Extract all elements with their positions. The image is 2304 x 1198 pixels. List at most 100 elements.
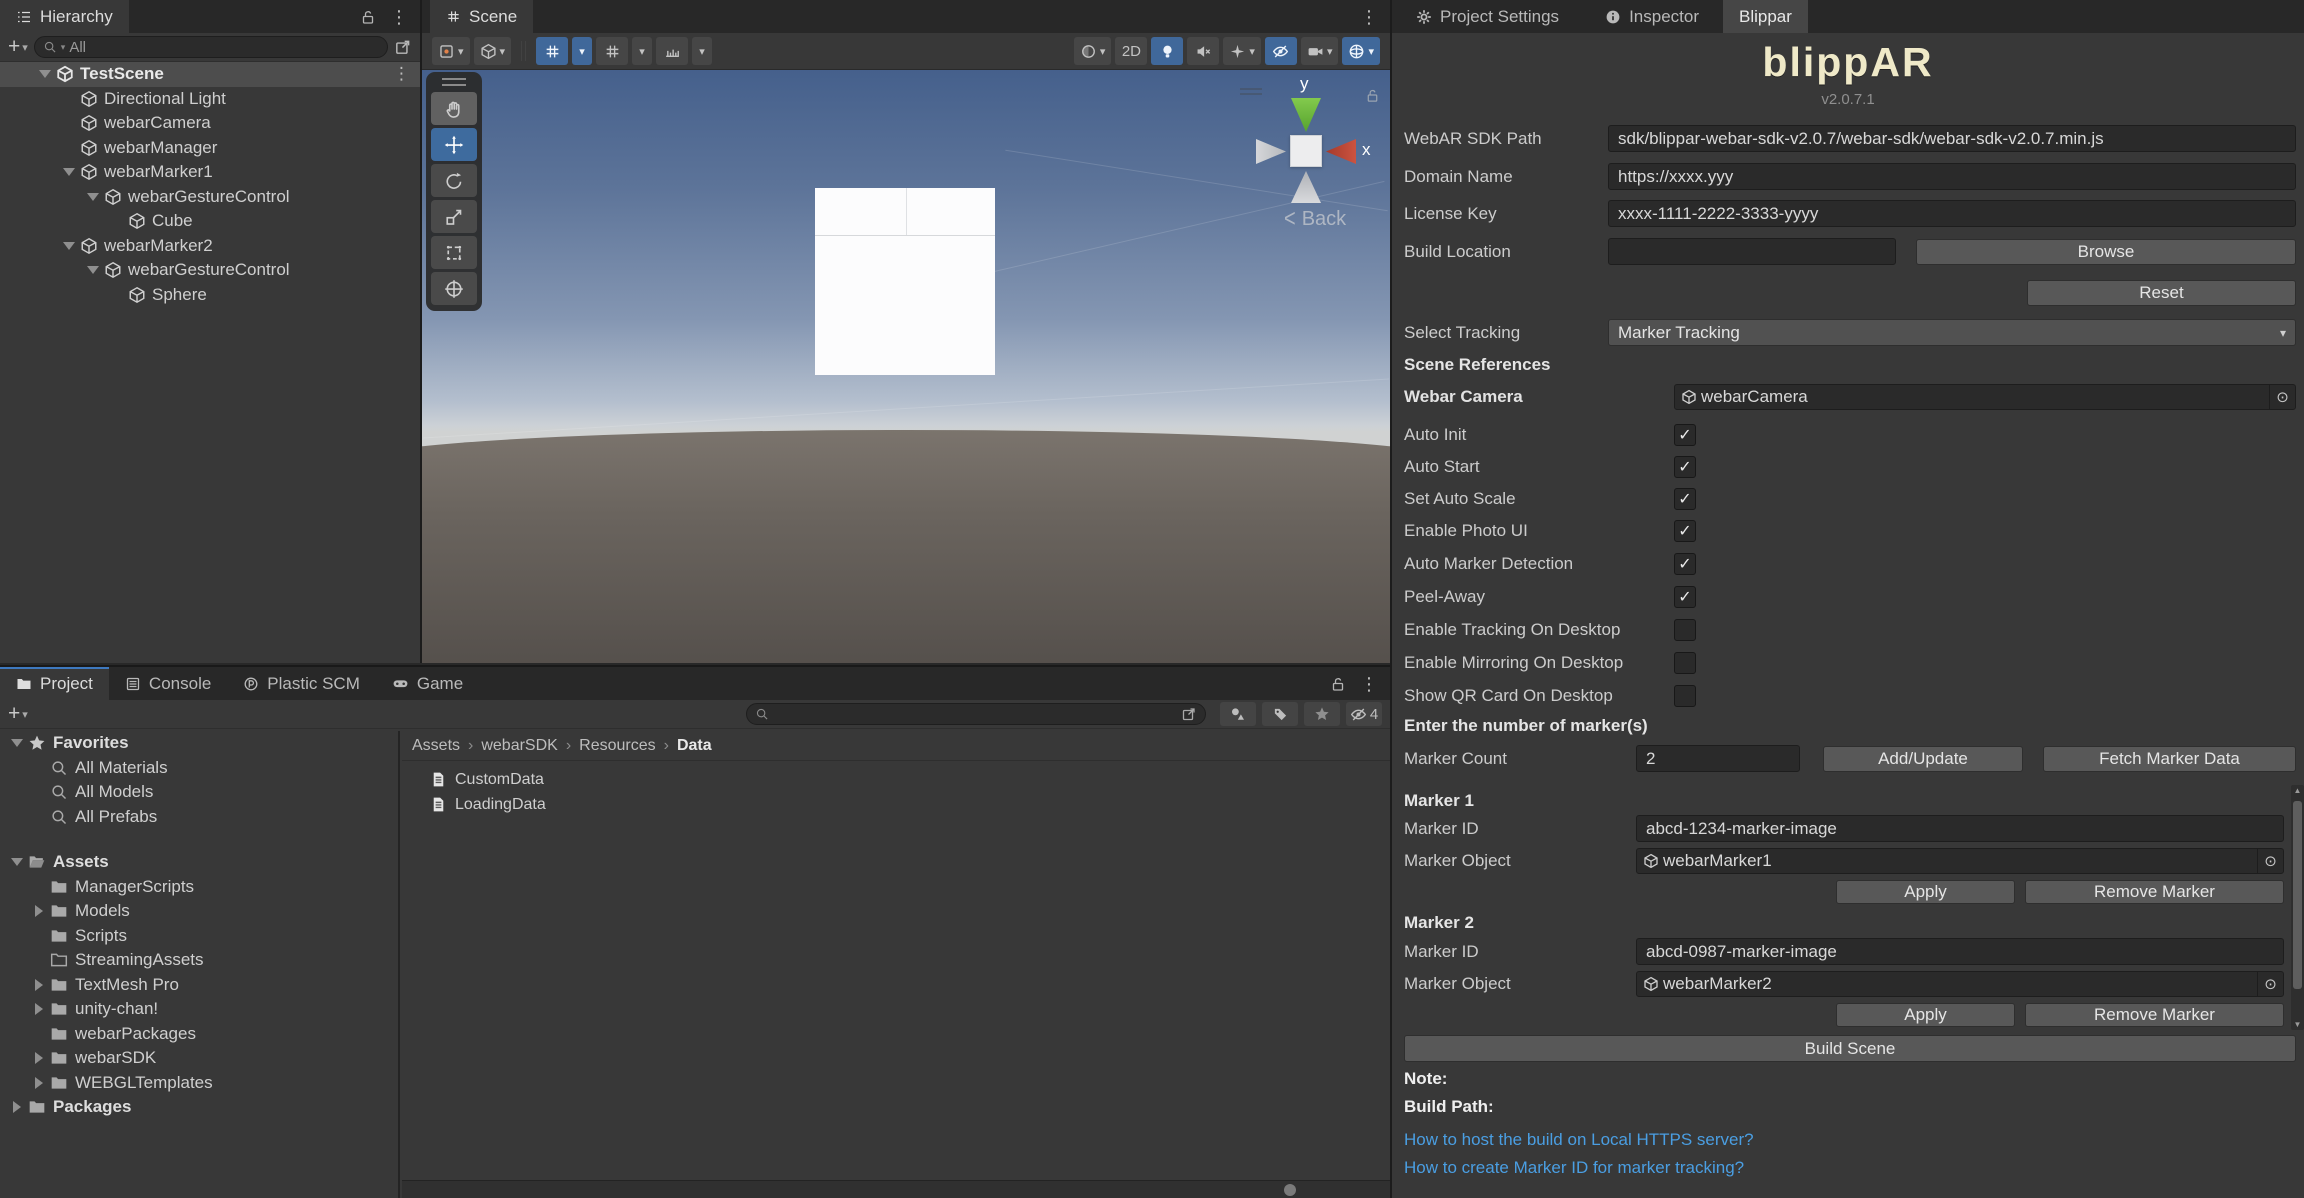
- neg-y-axis-cone[interactable]: [1291, 171, 1321, 203]
- handle-orientation-button[interactable]: ▾: [474, 37, 512, 65]
- enable-mirroring-desktop-checkbox[interactable]: ✓: [1674, 652, 1696, 674]
- lock-icon[interactable]: [360, 9, 376, 25]
- hierarchy-search-input[interactable]: [69, 39, 379, 56]
- hierarchy-item-webarmarker2[interactable]: webarMarker2: [0, 234, 420, 259]
- foldout-open-icon[interactable]: [82, 193, 104, 201]
- hierarchy-item-cube[interactable]: Cube: [0, 209, 420, 234]
- create-asset-button[interactable]: + ▾: [8, 702, 28, 726]
- scroll-down-icon[interactable]: ▼: [2291, 1020, 2304, 1029]
- tree-item-unity-chan[interactable]: unity-chan!: [0, 997, 398, 1022]
- add-update-button[interactable]: Add/Update: [1823, 746, 2023, 772]
- tab-plastic-scm[interactable]: Plastic SCM: [227, 667, 376, 700]
- marker-id-help-link[interactable]: How to create Marker ID for marker track…: [1404, 1158, 1744, 1178]
- marker1-object-field[interactable]: webarMarker1 ⊙: [1636, 848, 2284, 874]
- scene-audio-toggle[interactable]: [1187, 37, 1219, 65]
- back-button[interactable]: < Back: [1284, 208, 1346, 231]
- build-location-input[interactable]: [1608, 238, 1896, 265]
- reset-button[interactable]: Reset: [2027, 280, 2296, 306]
- tool-settings-button[interactable]: ▾: [432, 37, 470, 65]
- https-help-link[interactable]: How to host the build on Local HTTPS ser…: [1404, 1130, 1754, 1150]
- icon-size-slider[interactable]: [402, 1180, 1390, 1198]
- tree-item-webgltemplates[interactable]: WEBGLTemplates: [0, 1071, 398, 1096]
- license-input[interactable]: [1608, 200, 2296, 227]
- asset-loadingdata[interactable]: LoadingData: [402, 792, 1390, 817]
- breadcrumb-assets[interactable]: Assets: [412, 737, 460, 755]
- tree-item-textmesh-pro[interactable]: TextMesh Pro: [0, 973, 398, 998]
- foldout-closed-icon[interactable]: [28, 1052, 50, 1064]
- show-qr-desktop-checkbox[interactable]: ✓: [1674, 685, 1696, 707]
- hierarchy-item-webargesturecontrol-2[interactable]: webarGestureControl: [0, 258, 420, 283]
- kebab-menu-icon[interactable]: ⋮: [1360, 675, 1378, 693]
- open-search-window-icon[interactable]: [1181, 706, 1197, 722]
- scrollbar-thumb[interactable]: [2293, 801, 2302, 989]
- marker-count-input[interactable]: [1636, 745, 1800, 772]
- scroll-up-icon[interactable]: ▲: [2291, 786, 2304, 795]
- lock-icon[interactable]: [1330, 676, 1346, 692]
- foldout-open-icon[interactable]: [6, 858, 28, 866]
- project-search[interactable]: [746, 703, 1206, 725]
- snap-increment-dropdown[interactable]: ▾: [692, 37, 712, 65]
- mode-2d-toggle[interactable]: 2D: [1115, 37, 1147, 65]
- gizmo-drag-handle[interactable]: [1240, 88, 1262, 95]
- foldout-closed-icon[interactable]: [28, 1003, 50, 1015]
- draw-mode-button[interactable]: ▾: [1074, 37, 1112, 65]
- hierarchy-item-webarmarker1[interactable]: webarMarker1: [0, 160, 420, 185]
- tracking-dropdown[interactable]: Marker Tracking ▾: [1608, 319, 2296, 346]
- object-picker-icon[interactable]: ⊙: [2269, 385, 2295, 409]
- marker2-id-input[interactable]: [1636, 938, 2284, 965]
- marker1-remove-button[interactable]: Remove Marker: [2025, 880, 2284, 904]
- tree-item-packages[interactable]: Packages: [0, 1095, 398, 1120]
- tree-item-webarpackages[interactable]: webarPackages: [0, 1022, 398, 1047]
- enable-photo-ui-checkbox[interactable]: ✓: [1674, 520, 1696, 542]
- hierarchy-item-sphere[interactable]: Sphere: [0, 283, 420, 308]
- breadcrumb-webarsdk[interactable]: webarSDK: [481, 737, 557, 755]
- tree-item-all-materials[interactable]: All Materials: [0, 756, 398, 781]
- tab-hierarchy[interactable]: Hierarchy: [0, 0, 129, 33]
- foldout-open-icon[interactable]: [34, 70, 56, 78]
- tree-item-favorites[interactable]: Favorites: [0, 731, 398, 756]
- asset-customdata[interactable]: CustomData: [402, 767, 1390, 792]
- tree-item-assets[interactable]: Assets: [0, 850, 398, 875]
- overlay-drag-handle[interactable]: [442, 78, 466, 86]
- scene-viewport[interactable]: y x < Back: [422, 70, 1390, 663]
- kebab-menu-icon[interactable]: ⋮: [390, 8, 408, 26]
- tab-project[interactable]: Project: [0, 667, 109, 700]
- foldout-closed-icon[interactable]: [28, 1077, 50, 1089]
- y-axis-cone[interactable]: [1291, 98, 1321, 132]
- build-scene-button[interactable]: Build Scene: [1404, 1035, 2296, 1062]
- move-tool-button[interactable]: [431, 128, 477, 161]
- tree-item-all-models[interactable]: All Models: [0, 780, 398, 805]
- marker2-object-field[interactable]: webarMarker2 ⊙: [1636, 971, 2284, 997]
- rotate-tool-button[interactable]: [431, 164, 477, 197]
- auto-start-checkbox[interactable]: ✓: [1674, 456, 1696, 478]
- x-axis-cone[interactable]: [1326, 139, 1356, 164]
- foldout-open-icon[interactable]: [6, 739, 28, 747]
- peel-away-checkbox[interactable]: ✓: [1674, 586, 1696, 608]
- scene-visibility-toggle[interactable]: [1265, 37, 1297, 65]
- object-picker-icon[interactable]: ⊙: [2257, 849, 2283, 873]
- auto-init-checkbox[interactable]: ✓: [1674, 424, 1696, 446]
- tab-blippar[interactable]: Blippar: [1723, 0, 1808, 33]
- hidden-packages-toggle[interactable]: 4: [1346, 702, 1382, 726]
- hierarchy-search[interactable]: ▾: [34, 36, 388, 58]
- set-auto-scale-checkbox[interactable]: ✓: [1674, 488, 1696, 510]
- grid-visibility-dropdown[interactable]: ▾: [632, 37, 652, 65]
- marker-plane-object[interactable]: [815, 188, 995, 375]
- marker-list-scrollbar[interactable]: ▲ ▼: [2291, 785, 2304, 1030]
- search-filter-dropdown-icon[interactable]: ▾: [61, 42, 66, 53]
- open-search-window-icon[interactable]: [394, 38, 412, 56]
- foldout-open-icon[interactable]: [58, 168, 80, 176]
- scale-tool-button[interactable]: [431, 200, 477, 233]
- foldout-closed-icon[interactable]: [28, 905, 50, 917]
- tree-item-scripts[interactable]: Scripts: [0, 924, 398, 949]
- foldout-open-icon[interactable]: [82, 266, 104, 274]
- tree-item-managerscripts[interactable]: ManagerScripts: [0, 875, 398, 900]
- rect-tool-button[interactable]: [431, 236, 477, 269]
- hierarchy-item-testscene[interactable]: TestScene ⋮: [0, 62, 420, 87]
- grid-visibility-button[interactable]: [596, 37, 628, 65]
- kebab-menu-icon[interactable]: ⋮: [1360, 8, 1378, 26]
- fetch-marker-data-button[interactable]: Fetch Marker Data: [2043, 746, 2296, 772]
- marker1-apply-button[interactable]: Apply: [1836, 880, 2015, 904]
- tab-game[interactable]: Game: [376, 667, 479, 700]
- gizmo-center-cube[interactable]: [1290, 135, 1322, 167]
